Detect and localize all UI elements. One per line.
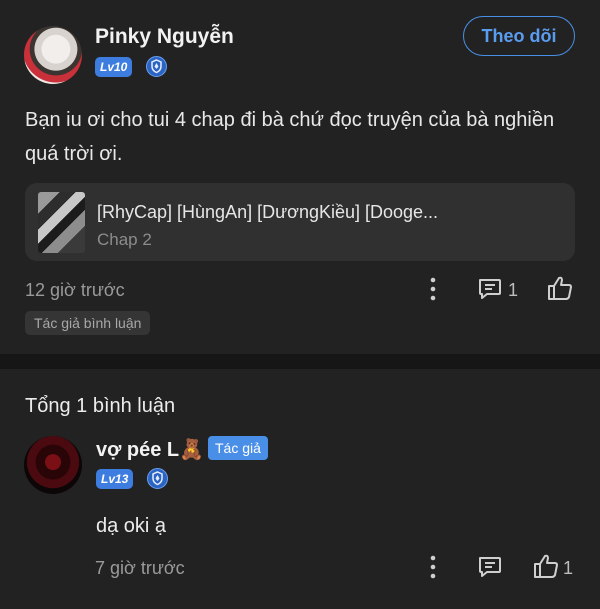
comments-total-label: Tổng 1 bình luận	[25, 395, 176, 417]
reply-author-name[interactable]: vợ pée L🧸	[96, 437, 204, 462]
follow-button[interactable]: Theo dõi	[463, 16, 575, 56]
reply-text: dạ oki ạ	[96, 515, 167, 537]
comment-icon[interactable]	[477, 277, 503, 301]
post-author-name[interactable]: Pinky Nguyễn	[95, 25, 234, 49]
shield-icon	[146, 56, 167, 77]
more-options-icon[interactable]	[424, 276, 442, 302]
reply-author-avatar[interactable]	[24, 436, 82, 494]
author-badge: Tác giả	[208, 436, 268, 460]
reply-comment-icon[interactable]	[477, 555, 503, 579]
like-icon[interactable]	[546, 274, 574, 302]
chapter-subtitle: Chap 2	[97, 230, 152, 249]
shield-icon	[147, 468, 168, 489]
section-divider	[0, 354, 600, 369]
chapter-title: [RhyCap] [HùngAn] [DươngKiều] [Dooge...	[97, 202, 439, 222]
post-text: Bạn iu ơi cho tui 4 chap đi bà chứ đọc t…	[25, 109, 555, 165]
more-options-icon[interactable]	[424, 554, 442, 580]
reply-author-level-badge: Lv13	[96, 469, 134, 489]
post-comment-count: 1	[508, 280, 519, 300]
post-author-level-badge: Lv10	[95, 57, 133, 77]
reply-time: 7 giờ trước	[95, 558, 185, 578]
like-icon[interactable]	[532, 552, 560, 580]
post-author-avatar[interactable]	[24, 26, 82, 84]
author-comment-tag: Tác giả bình luận	[25, 311, 151, 335]
chapter-thumbnail	[38, 192, 85, 253]
post-time: 12 giờ trước	[25, 280, 125, 300]
reply-like-count: 1	[563, 558, 574, 578]
chapter-card[interactable]: [RhyCap] [HùngAn] [DươngKiều] [Dooge... …	[25, 183, 575, 261]
